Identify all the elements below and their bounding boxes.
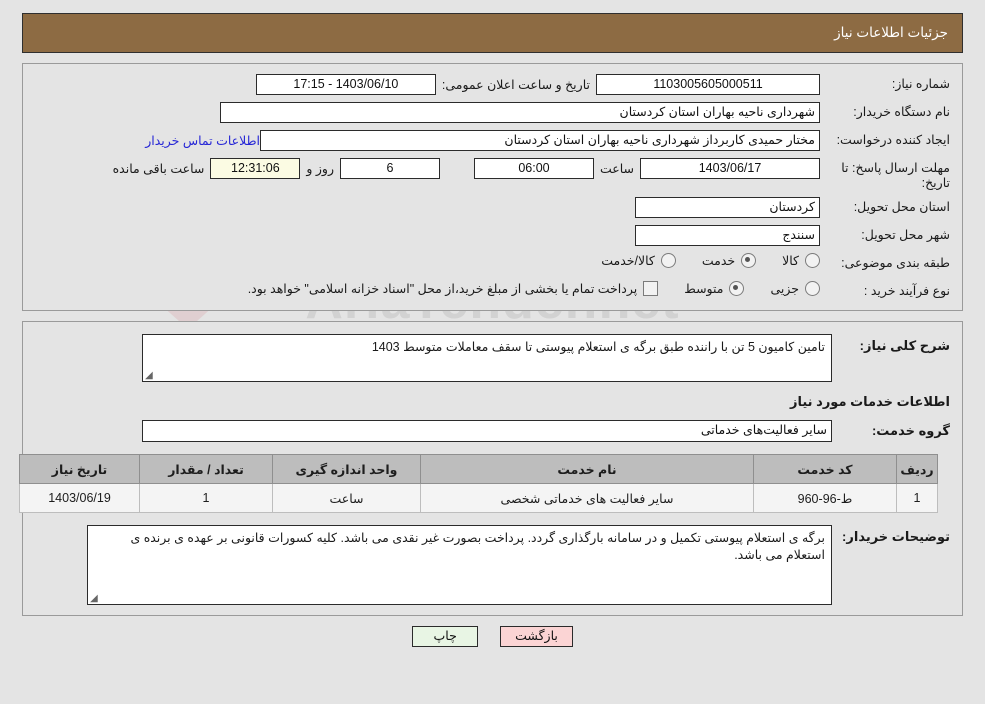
announcement-label: تاریخ و ساعت اعلان عمومی:	[441, 78, 590, 92]
need-summary-value: تامین کامیون 5 تن با راننده طبق برگه ی ا…	[371, 340, 825, 354]
resize-grip-icon[interactable]: ◣	[145, 370, 154, 381]
buyer-notes-textarea[interactable]: برگه ی استعلام پیوستی تکمیل و در سامانه …	[87, 525, 832, 605]
cell-service-name: سایر فعالیت های خدماتی شخصی	[420, 483, 754, 513]
row-request-creator: ایجاد کننده درخواست: مختار حمیدی کاربردا…	[35, 130, 950, 152]
radio-minor-icon[interactable]	[805, 281, 820, 296]
subject-category-label: طبقه بندی موضوعی:	[841, 256, 950, 270]
cell-need-date: 1403/06/19	[19, 483, 140, 513]
table-row: 1 ط-96-960 سایر فعالیت های خدماتی شخصی س…	[19, 483, 938, 513]
delivery-province-value: کردستان	[635, 197, 820, 218]
radio-goods-service-icon[interactable]	[660, 253, 676, 268]
purchase-process-radio-group: جزیی متوسط پرداخت تمام یا بخشی از مبلغ خ…	[248, 281, 820, 296]
buyer-org-label: نام دستگاه خریدار:	[853, 105, 950, 119]
buyer-org-value: شهرداری ناحیه بهاران استان کردستان	[220, 102, 820, 123]
resize-grip-icon[interactable]: ◣	[90, 593, 99, 604]
remaining-time-value: 12:31:06	[210, 158, 301, 179]
radio-option-goods[interactable]: کالا	[782, 253, 820, 268]
buyer-notes-value: برگه ی استعلام پیوستی تکمیل و در سامانه …	[130, 531, 825, 562]
row-service-group: گروه خدمت: سایر فعالیت‌های خدماتی	[35, 420, 950, 442]
cell-radif: 1	[896, 483, 938, 513]
need-number-label: شماره نیاز:	[891, 77, 950, 91]
print-button[interactable]: چاپ	[412, 626, 479, 647]
row-response-deadline: مهلت ارسال پاسخ: تا تاریخ: 1403/06/17 سا…	[35, 158, 950, 191]
request-creator-value: مختار حمیدی کاربرداز شهرداری ناحیه بهارا…	[260, 130, 820, 151]
service-group-value: سایر فعالیت‌های خدماتی	[142, 420, 832, 442]
purchase-process-label: نوع فرآیند خرید :	[863, 284, 950, 298]
col-header-service-code: کد خدمت	[753, 454, 897, 484]
radio-medium-label: متوسط	[684, 282, 724, 296]
table-header-row: ردیف کد خدمت نام خدمت واحد اندازه گیری ت…	[19, 454, 938, 484]
response-deadline-label: مهلت ارسال پاسخ: تا تاریخ:	[841, 161, 950, 190]
row-need-number: شماره نیاز: 1103005605000511 تاریخ و ساع…	[35, 74, 950, 96]
deadline-date-value: 1403/06/17	[640, 158, 820, 179]
col-header-need-date: تاریخ نیاز	[19, 454, 140, 484]
buyer-notes-label: توضیحات خریدار:	[842, 529, 950, 544]
delivery-province-label: استان محل تحویل:	[853, 200, 950, 214]
col-header-radif: ردیف	[896, 454, 938, 484]
radio-option-minor[interactable]: جزیی	[770, 281, 820, 296]
radio-goods-service-label: کالا/خدمت	[601, 254, 655, 268]
radio-service-icon[interactable]	[741, 253, 757, 268]
general-info-panel: شماره نیاز: 1103005605000511 تاریخ و ساع…	[22, 63, 963, 311]
request-creator-label: ایجاد کننده درخواست:	[836, 133, 950, 147]
remaining-days-value: 6	[339, 158, 440, 179]
row-buyer-notes: توضیحات خریدار: برگه ی استعلام پیوستی تک…	[35, 525, 950, 605]
row-subject-category: طبقه بندی موضوعی: کالا خدمت کالا/خدمت	[35, 253, 950, 275]
subject-category-radio-group: کالا خدمت کالا/خدمت	[575, 253, 820, 268]
radio-service-label: خدمت	[701, 254, 736, 268]
radio-option-medium[interactable]: متوسط	[684, 281, 745, 296]
radio-goods-label: کالا	[782, 254, 799, 268]
page-title: جزئیات اطلاعات نیاز	[834, 25, 948, 40]
treasury-checkbox-option[interactable]: پرداخت تمام یا بخشی از مبلغ خرید،از محل …	[248, 281, 659, 296]
service-items-table: ردیف کد خدمت نام خدمت واحد اندازه گیری ت…	[19, 454, 938, 513]
radio-option-service[interactable]: خدمت	[701, 253, 757, 268]
radio-minor-label: جزیی	[770, 282, 799, 296]
page-header: جزئیات اطلاعات نیاز	[22, 13, 963, 53]
cell-service-code: ط-96-960	[753, 483, 897, 513]
row-delivery-city: شهر محل تحویل: سنندج	[35, 225, 950, 247]
radio-goods-icon[interactable]	[805, 253, 820, 268]
need-number-value: 1103005605000511	[596, 74, 820, 95]
delivery-city-value: سنندج	[635, 225, 820, 246]
cell-unit: ساعت	[272, 483, 421, 513]
deadline-hour-label: ساعت	[599, 162, 634, 176]
treasury-note-text: پرداخت تمام یا بخشی از مبلغ خرید،از محل …	[247, 282, 638, 296]
announcement-value: 1403/06/10 - 17:15	[255, 74, 436, 95]
cell-quantity: 1	[139, 483, 273, 513]
need-summary-textarea[interactable]: تامین کامیون 5 تن با راننده طبق برگه ی ا…	[142, 334, 832, 382]
radio-option-goods-service[interactable]: کالا/خدمت	[601, 253, 676, 268]
footer-actions: بازگشت چاپ	[22, 626, 963, 647]
delivery-city-label: شهر محل تحویل:	[861, 228, 950, 242]
deadline-hour-value: 06:00	[473, 158, 594, 179]
services-section-title: اطلاعات خدمات مورد نیاز	[789, 394, 950, 409]
col-header-service-name: نام خدمت	[420, 454, 754, 484]
need-summary-label: شرح کلی نیاز:	[859, 338, 950, 353]
row-purchase-process: نوع فرآیند خرید : جزیی متوسط پرداخت تمام…	[35, 281, 950, 303]
remaining-days-label: روز و	[306, 162, 334, 176]
need-details-panel: شرح کلی نیاز: تامین کامیون 5 تن با رانند…	[19, 321, 963, 616]
radio-medium-icon[interactable]	[729, 281, 745, 296]
back-button[interactable]: بازگشت	[500, 626, 573, 647]
row-delivery-province: استان محل تحویل: کردستان	[35, 197, 950, 219]
buyer-contact-link[interactable]: اطلاعات تماس خریدار	[145, 130, 260, 148]
col-header-unit: واحد اندازه گیری	[272, 454, 421, 484]
col-header-quantity: تعداد / مقدار	[139, 454, 273, 484]
remaining-time-suffix: ساعت باقی مانده	[112, 162, 205, 176]
row-buyer-org: نام دستگاه خریدار: شهرداری ناحیه بهاران …	[35, 102, 950, 124]
service-group-label: گروه خدمت:	[871, 423, 950, 438]
treasury-checkbox-icon[interactable]	[643, 281, 659, 296]
row-need-summary: شرح کلی نیاز: تامین کامیون 5 تن با رانند…	[35, 334, 950, 382]
